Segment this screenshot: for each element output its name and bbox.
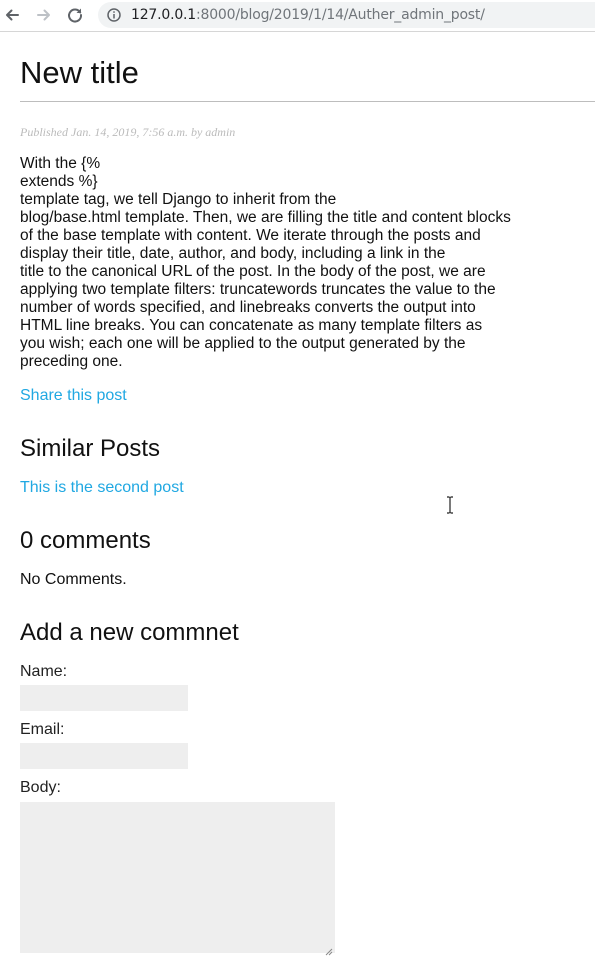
similar-posts-heading: Similar Posts (20, 435, 161, 462)
text-cursor-icon (446, 496, 454, 514)
browser-toolbar: 127.0.0.1:8000/blog/2019/1/14/Auther_adm… (0, 0, 595, 32)
comments-count-heading: 0 comments (20, 527, 151, 554)
post-body-line: HTML line breaks. You can concatenate as… (20, 317, 483, 334)
body-label: Body: (20, 779, 61, 796)
name-field[interactable] (20, 685, 188, 711)
address-bar[interactable]: 127.0.0.1:8000/blog/2019/1/14/Auther_adm… (98, 2, 595, 28)
post-body-line: you wish; each one will be applied to th… (20, 335, 466, 352)
email-label: Email: (20, 721, 65, 738)
post-published-date: Published Jan. 14, 2019, 7:56 a.m. by ad… (20, 125, 236, 139)
post-body: With the {% extends %} template tag, we … (20, 155, 540, 371)
add-comment-heading: Add a new commnet (20, 619, 239, 646)
similar-post-link[interactable]: This is the second post (20, 479, 184, 497)
post-body-line: preceding one. (20, 353, 123, 370)
reload-icon[interactable] (64, 4, 86, 26)
url-path: :8000/blog/2019/1/14/Auther_admin_post/ (196, 7, 485, 23)
post-body-line: display their title, date, author, and b… (20, 245, 446, 262)
resize-handle-icon[interactable] (325, 943, 333, 956)
url-text[interactable]: 127.0.0.1:8000/blog/2019/1/14/Auther_adm… (131, 7, 485, 23)
post-body-line: number of words specified, and linebreak… (20, 299, 476, 316)
post-body-line: of the base template with content. We it… (20, 227, 481, 244)
info-icon[interactable] (107, 8, 121, 22)
post-body-line: blog/base.html template. Then, we are fi… (20, 209, 511, 226)
name-label: Name: (20, 663, 68, 680)
post-body-line: applying two template filters: truncatew… (20, 281, 496, 298)
email-field[interactable] (20, 743, 188, 769)
share-post-link[interactable]: Share this post (20, 387, 127, 405)
post-body-line: title to the canonical URL of the post. … (20, 263, 486, 280)
post-body-line: extends %} (20, 173, 98, 190)
post-body-line: With the {% (20, 155, 101, 172)
no-comments-text: No Comments. (20, 571, 127, 588)
forward-arrow-icon[interactable] (33, 4, 55, 26)
back-arrow-icon[interactable] (1, 4, 23, 26)
post-title: New title (20, 55, 139, 90)
title-divider (20, 101, 595, 102)
body-textarea[interactable] (20, 802, 335, 956)
url-host: 127.0.0.1 (131, 7, 196, 23)
post-body-line: template tag, we tell Django to inherit … (20, 191, 337, 208)
